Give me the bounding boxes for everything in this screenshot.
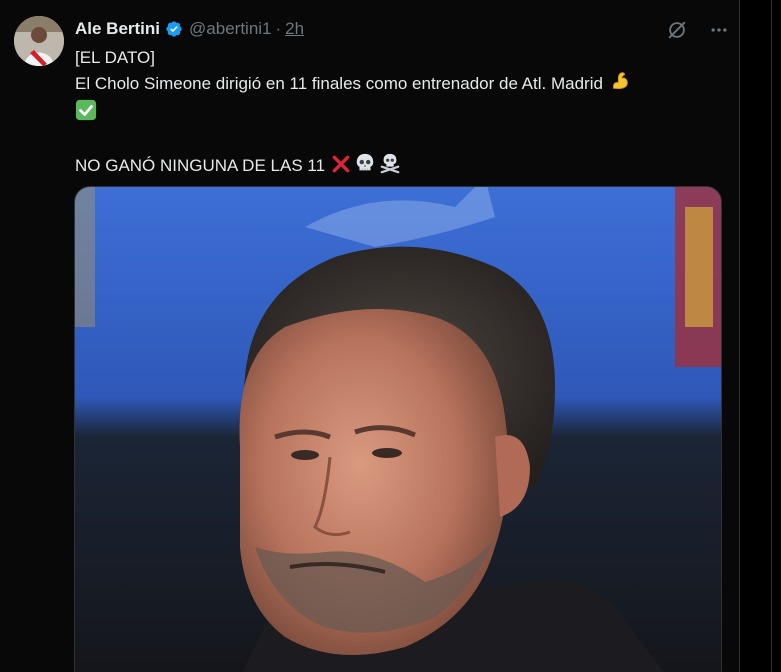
grok-icon[interactable]	[664, 17, 690, 43]
flexed-biceps-icon	[609, 70, 631, 99]
avatar[interactable]	[14, 16, 64, 66]
author-name[interactable]: Ale Bertini	[75, 19, 160, 39]
tweet-text: [EL DATO] El Cholo Simeone dirigió en 11…	[75, 45, 725, 181]
tweet-media-image[interactable]	[74, 186, 722, 672]
cross-mark-icon	[331, 154, 351, 181]
skull-crossbones-icon	[379, 152, 401, 181]
tweet-line-4: NO GANÓ NINGUNA DE LAS 11	[75, 152, 725, 181]
verified-badge-icon	[165, 20, 183, 38]
tweet-line-2b	[75, 99, 725, 128]
side-panel-edge	[741, 0, 781, 672]
photo-portrait	[75, 187, 721, 672]
check-mark-icon	[75, 99, 97, 128]
tweet-actions-top	[664, 17, 732, 43]
avatar-image	[14, 16, 64, 66]
page: Ale Bertini @abertini1 · 2h [EL DATO] El…	[0, 0, 781, 672]
more-icon[interactable]	[706, 17, 732, 43]
author-handle[interactable]: @abertini1	[189, 19, 271, 39]
tweet-line-2: El Cholo Simeone dirigió en 11 finales c…	[75, 70, 725, 99]
tweet-header: Ale Bertini @abertini1 · 2h	[75, 18, 304, 40]
tweet-line-1: [EL DATO]	[75, 48, 155, 67]
divider	[771, 0, 772, 672]
timestamp[interactable]: 2h	[285, 19, 304, 39]
tweet-line-2-text: El Cholo Simeone dirigió en 11 finales c…	[75, 74, 603, 93]
skull-icon	[354, 152, 376, 181]
separator: ·	[275, 19, 282, 38]
tweet-card[interactable]: Ale Bertini @abertini1 · 2h [EL DATO] El…	[0, 0, 740, 672]
tweet-line-4-text: NO GANÓ NINGUNA DE LAS 11	[75, 156, 326, 175]
